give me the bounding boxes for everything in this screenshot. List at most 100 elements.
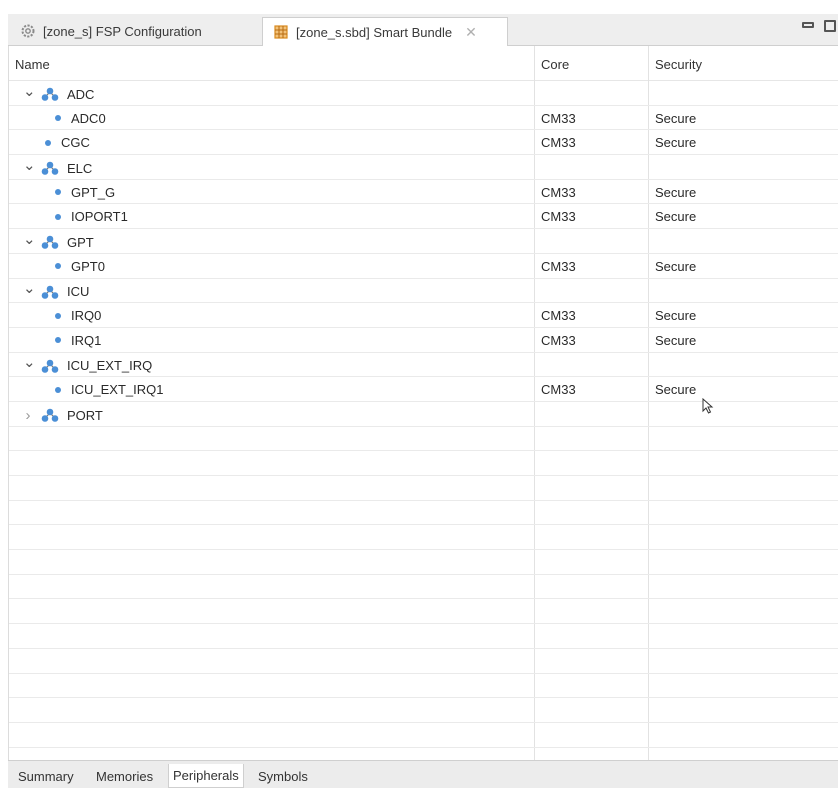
leaf-dot-icon bbox=[55, 213, 61, 220]
chevron-right-icon[interactable]: › bbox=[23, 407, 33, 424]
column-header-name[interactable]: Name bbox=[15, 57, 50, 72]
security-cell[interactable]: Secure bbox=[655, 111, 696, 126]
empty-row bbox=[9, 624, 838, 649]
name-cell: IRQ1 bbox=[55, 333, 101, 348]
table-body: ⌄ ADC ADC0 CM33 Secure CGC CM33 Secure ⌄ ELC GPT_G… bbox=[9, 81, 838, 748]
table-header: Name Core Security bbox=[9, 46, 838, 81]
empty-row bbox=[9, 674, 838, 699]
name-cell: CGC bbox=[23, 135, 90, 150]
chevron-down-icon[interactable]: ⌄ bbox=[23, 353, 36, 371]
security-cell[interactable]: Secure bbox=[655, 209, 696, 224]
core-cell: CM33 bbox=[541, 332, 576, 348]
group-icon bbox=[41, 409, 59, 423]
leaf-dot-icon bbox=[45, 139, 51, 146]
security-cell[interactable]: Secure bbox=[655, 308, 696, 323]
chevron-down-icon[interactable]: ⌄ bbox=[23, 82, 36, 100]
row-label: IOPORT1 bbox=[71, 209, 128, 225]
row-label: ICU_EXT_IRQ1 bbox=[71, 382, 164, 398]
row-label: GPT0 bbox=[71, 258, 105, 274]
chevron-down-icon[interactable]: ⌄ bbox=[23, 279, 36, 297]
core-cell: CM33 bbox=[541, 135, 576, 151]
editor-tab-bar: [zone_s] FSP Configuration [zone_s.sbd] … bbox=[8, 14, 838, 46]
group-icon bbox=[41, 359, 59, 373]
bottom-tab-memories[interactable]: Memories bbox=[92, 764, 157, 788]
tab-label: [zone_s] FSP Configuration bbox=[43, 23, 202, 39]
tree-group-row[interactable]: ⌄ ELC bbox=[9, 155, 838, 180]
tree-leaf-row[interactable]: GPT0 CM33 Secure bbox=[9, 254, 838, 279]
empty-row bbox=[9, 525, 838, 551]
bottom-tab-peripherals[interactable]: Peripherals bbox=[168, 764, 244, 788]
row-label: PORT bbox=[67, 407, 103, 423]
bottom-tab-summary[interactable]: Summary bbox=[14, 764, 78, 788]
maximize-icon[interactable] bbox=[824, 20, 836, 32]
leaf-dot-icon bbox=[55, 115, 61, 122]
group-icon-wrap bbox=[39, 234, 61, 250]
security-cell[interactable]: Secure bbox=[655, 135, 696, 150]
group-icon-wrap bbox=[39, 284, 61, 300]
close-icon[interactable]: ✕ bbox=[465, 24, 477, 41]
tree-leaf-row[interactable]: ADC0 CM33 Secure bbox=[9, 106, 838, 131]
top-strip bbox=[0, 0, 838, 10]
tab-smart-bundle[interactable]: [zone_s.sbd] Smart Bundle ✕ bbox=[262, 17, 508, 46]
row-label: IRQ1 bbox=[71, 332, 102, 348]
core-cell: CM33 bbox=[541, 184, 576, 200]
empty-row bbox=[9, 723, 838, 748]
tree-leaf-row[interactable]: IRQ1 CM33 Secure bbox=[9, 328, 838, 353]
core-cell: CM33 bbox=[541, 258, 576, 274]
empty-row bbox=[9, 649, 838, 674]
row-label: GPT bbox=[67, 234, 94, 250]
bottom-tab-bar: Summary Memories Peripherals Symbols bbox=[8, 760, 838, 788]
tree-group-row[interactable]: ⌄ ICU_EXT_IRQ bbox=[9, 353, 838, 378]
name-cell: ⌄ ICU bbox=[23, 280, 89, 300]
row-label: ELC bbox=[67, 160, 93, 176]
leaf-dot-icon bbox=[55, 386, 61, 393]
row-label: CGC bbox=[61, 135, 90, 151]
row-label: ICU_EXT_IRQ bbox=[67, 358, 153, 374]
leaf-dot-icon bbox=[55, 263, 61, 270]
empty-row bbox=[9, 698, 838, 723]
tree-group-row[interactable]: ⌄ GPT bbox=[9, 229, 838, 254]
tree-leaf-row[interactable]: CGC CM33 Secure bbox=[9, 130, 838, 156]
security-cell[interactable]: Secure bbox=[655, 259, 696, 274]
group-icon-wrap bbox=[39, 160, 61, 176]
group-icon bbox=[41, 285, 59, 299]
tree-group-row[interactable]: ⌄ ICU bbox=[9, 279, 838, 304]
security-cell[interactable]: Secure bbox=[655, 185, 696, 200]
chevron-down-icon[interactable]: ⌄ bbox=[23, 156, 36, 174]
tab-fsp-configuration[interactable]: [zone_s] FSP Configuration bbox=[10, 17, 260, 45]
security-cell[interactable]: Secure bbox=[655, 333, 696, 348]
name-cell: IOPORT1 bbox=[55, 209, 128, 224]
name-cell: GPT_G bbox=[55, 185, 115, 200]
mouse-cursor-icon bbox=[702, 398, 714, 414]
column-header-core[interactable]: Core bbox=[541, 57, 569, 72]
security-cell[interactable]: Secure bbox=[655, 382, 696, 397]
group-icon-wrap bbox=[39, 86, 61, 102]
row-label: GPT_G bbox=[71, 184, 116, 200]
name-cell: GPT0 bbox=[55, 259, 105, 274]
tree-leaf-row[interactable]: IRQ0 CM33 Secure bbox=[9, 303, 838, 328]
column-header-security[interactable]: Security bbox=[655, 57, 702, 72]
bundle-grid-icon bbox=[274, 25, 288, 39]
name-cell: › PORT bbox=[23, 407, 103, 424]
empty-row bbox=[9, 451, 838, 476]
name-cell: ⌄ ADC bbox=[23, 83, 95, 102]
row-label: ADC bbox=[67, 86, 95, 102]
tree-leaf-row[interactable]: GPT_G CM33 Secure bbox=[9, 180, 838, 205]
row-label: ADC0 bbox=[71, 110, 106, 126]
gear-icon bbox=[21, 24, 35, 38]
group-icon bbox=[41, 235, 59, 249]
chevron-down-icon[interactable]: ⌄ bbox=[23, 230, 36, 248]
window-controls bbox=[802, 20, 836, 32]
group-icon bbox=[41, 161, 59, 175]
tree-leaf-row[interactable]: IOPORT1 CM33 Secure bbox=[9, 204, 838, 230]
empty-row bbox=[9, 575, 838, 600]
group-icon-wrap bbox=[39, 358, 61, 374]
bottom-tab-symbols[interactable]: Symbols bbox=[254, 764, 312, 788]
minimize-icon[interactable] bbox=[802, 22, 814, 28]
leaf-dot-icon bbox=[55, 337, 61, 344]
name-cell: ⌄ ICU_EXT_IRQ bbox=[23, 354, 153, 374]
tree-group-row[interactable]: ⌄ ADC bbox=[9, 81, 838, 106]
core-cell: CM33 bbox=[541, 308, 576, 324]
name-cell: IRQ0 bbox=[55, 308, 101, 323]
name-cell: ⌄ ELC bbox=[23, 157, 93, 176]
